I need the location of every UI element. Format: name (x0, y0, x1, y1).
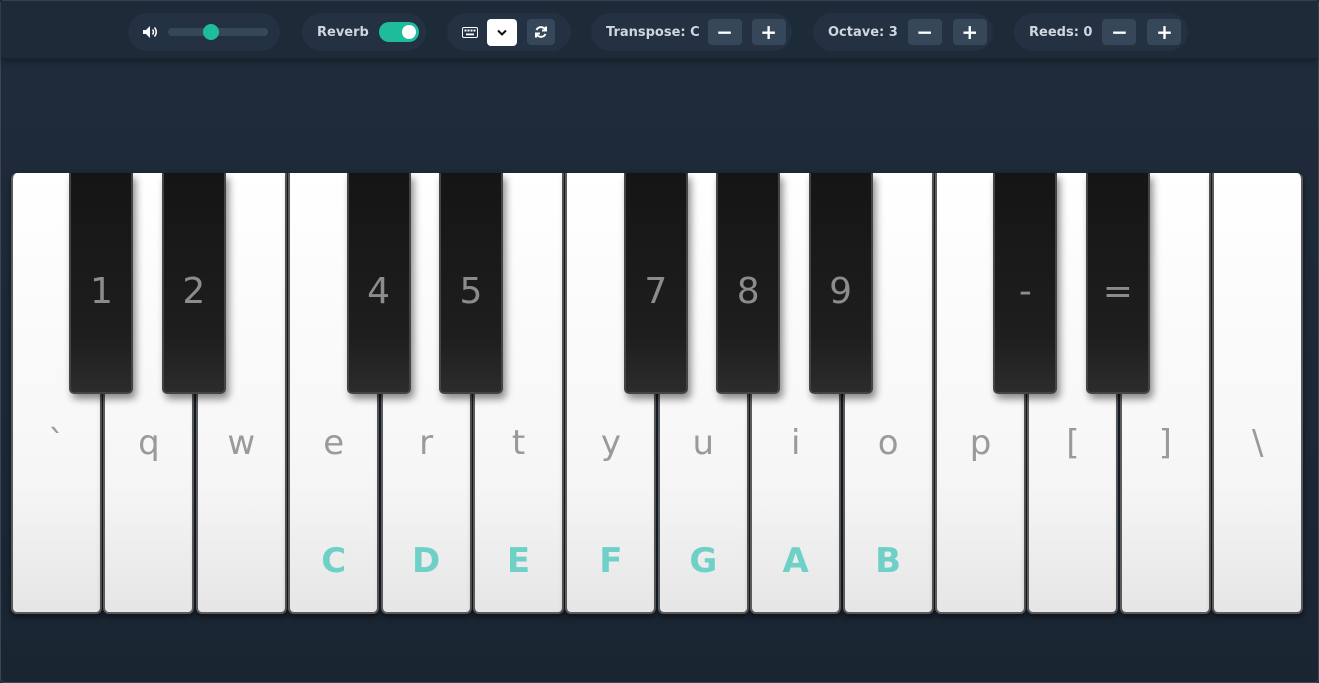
key-binding-label: o (877, 423, 899, 463)
refresh-icon (534, 25, 548, 39)
volume-group (128, 13, 280, 51)
toolbar: Reverb Transpose: C − + Octave: 3 − + Re… (1, 1, 1318, 59)
key-binding-label: \ (1251, 423, 1264, 463)
key-binding-label: 4 (367, 271, 391, 312)
chevron-down-icon (497, 29, 507, 36)
note-name-label: A (782, 541, 809, 581)
key-binding-label: 9 (829, 271, 853, 312)
key-binding-label: 8 (736, 271, 760, 312)
black-key[interactable]: 8 (716, 173, 781, 394)
key-binding-label: - (1018, 271, 1032, 312)
volume-slider-thumb[interactable] (203, 24, 219, 40)
reverb-label: Reverb (317, 24, 369, 40)
key-binding-label: = (1102, 271, 1133, 312)
key-binding-label: ] (1158, 423, 1172, 463)
black-key[interactable]: 1 (69, 173, 134, 394)
note-name-label: C (321, 541, 347, 581)
key-binding-label: e (323, 423, 345, 463)
note-name-label: F (599, 541, 623, 581)
key-binding-label: [ (1066, 423, 1080, 463)
transpose-plus-button[interactable]: + (751, 19, 786, 45)
black-key[interactable]: 2 (161, 173, 226, 394)
octave-label: Octave: 3 (828, 24, 898, 40)
refresh-button[interactable] (527, 19, 555, 45)
reeds-group: Reeds: 0 − + (1014, 13, 1188, 51)
key-binding-label: t (511, 423, 526, 463)
octave-minus-button[interactable]: − (907, 19, 942, 45)
octave-plus-button[interactable]: + (952, 19, 987, 45)
key-binding-label: w (227, 423, 256, 463)
transpose-minus-button[interactable]: − (707, 19, 742, 45)
key-binding-label: ` (48, 423, 65, 463)
note-name-label: G (689, 541, 718, 581)
key-binding-label: p (969, 423, 992, 463)
keyboard-icon (462, 26, 478, 38)
key-binding-label: 1 (89, 271, 113, 312)
key-binding-label: u (692, 423, 715, 463)
key-binding-label: r (419, 423, 434, 463)
key-binding-label: 2 (182, 271, 206, 312)
key-binding-label: 7 (644, 271, 668, 312)
black-key[interactable]: 4 (346, 173, 411, 394)
key-binding-label: y (600, 423, 621, 463)
reverb-toggle[interactable] (378, 22, 419, 42)
reverb-group: Reverb (302, 13, 426, 51)
note-name-label: B (875, 541, 902, 581)
reeds-minus-button[interactable]: − (1102, 19, 1137, 45)
black-key[interactable]: = (1085, 173, 1150, 394)
key-binding-label: 5 (459, 271, 483, 312)
piano-keyboard: ` q w e Cr Dt Ey Fu Gi Ao Bp [] \ 1 2 4 5 7 8 9 - = (11, 173, 1305, 614)
octave-group: Octave: 3 − + (813, 13, 993, 51)
white-key[interactable]: \ (1212, 173, 1304, 614)
keyboard-layout-group (447, 13, 571, 51)
transpose-group: Transpose: C − + (591, 13, 792, 51)
volume-icon (142, 25, 158, 39)
reeds-label: Reeds: 0 (1029, 24, 1093, 40)
key-binding-label: i (790, 423, 801, 463)
black-key[interactable]: - (993, 173, 1058, 394)
black-key[interactable]: 9 (808, 173, 873, 394)
transpose-label: Transpose: C (606, 24, 700, 40)
keyboard-layout-select[interactable] (487, 18, 517, 46)
volume-slider[interactable] (168, 24, 268, 40)
note-name-label: E (506, 541, 531, 581)
key-binding-label: q (138, 423, 160, 463)
black-key[interactable]: 7 (623, 173, 688, 394)
reeds-plus-button[interactable]: + (1147, 19, 1182, 45)
note-name-label: D (411, 541, 441, 581)
black-key[interactable]: 5 (439, 173, 503, 394)
